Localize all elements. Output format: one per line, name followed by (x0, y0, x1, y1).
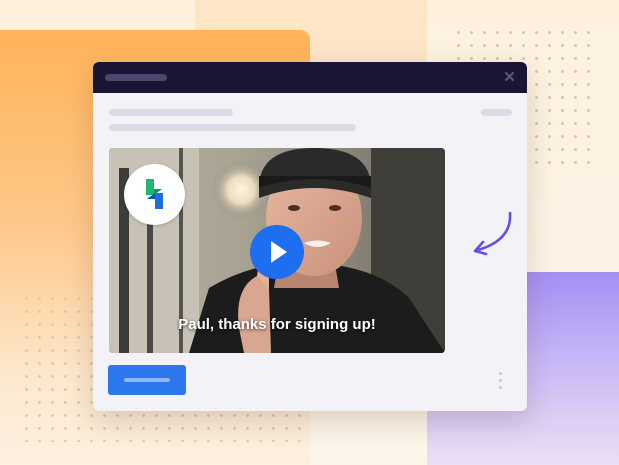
text-placeholder-line (109, 109, 233, 116)
title-placeholder (105, 74, 167, 81)
play-button[interactable] (250, 225, 304, 279)
text-placeholder-line (109, 124, 356, 131)
play-icon (271, 241, 287, 263)
email-preview-window: ✕ Paul, thanks for signing up! (93, 62, 527, 411)
more-options-icon[interactable] (498, 372, 504, 390)
text-placeholder-short (481, 109, 512, 116)
brand-logo-icon (146, 179, 163, 209)
cta-label-placeholder (124, 378, 170, 382)
video-caption: Paul, thanks for signing up! (178, 316, 376, 333)
curved-arrow-icon (473, 211, 512, 256)
cta-button[interactable] (108, 365, 186, 395)
video-thumbnail[interactable]: Paul, thanks for signing up! (109, 148, 445, 353)
brand-logo-badge (124, 164, 185, 225)
window-titlebar: ✕ (93, 62, 527, 93)
close-icon[interactable]: ✕ (502, 70, 517, 85)
